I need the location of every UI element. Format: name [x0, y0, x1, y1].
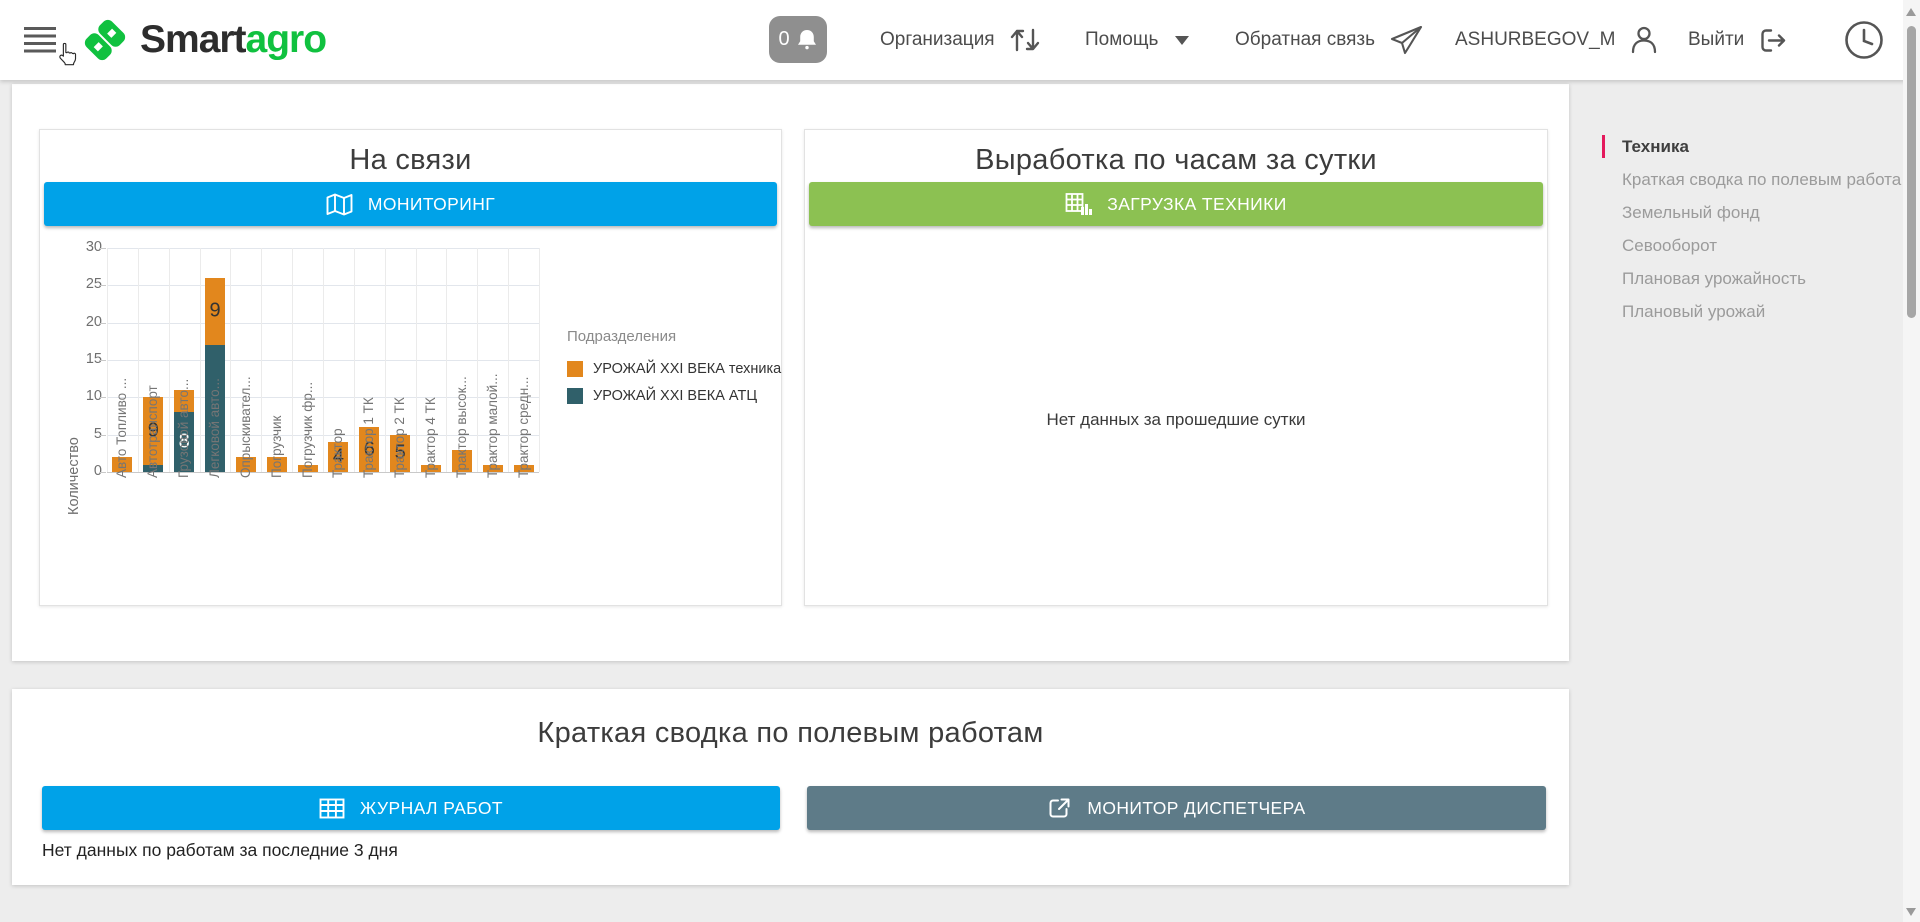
logout-button[interactable]: Выйти: [1688, 0, 1789, 80]
bar-chart: Количество 051015202530 989465 Авто Топл…: [40, 130, 781, 605]
load-technics-button-label: ЗАГРУЗКА ТЕХНИКИ: [1107, 194, 1286, 215]
sidebar-item-crop-rotation[interactable]: Севооборот: [1588, 229, 1903, 262]
scroll-down-arrow-icon[interactable]: [1906, 908, 1916, 916]
sidebar-item-technika[interactable]: Техника: [1588, 130, 1903, 163]
legend-title: Подразделения: [567, 328, 781, 345]
paper-plane-icon: [1388, 24, 1424, 56]
swap-arrows-icon: [1008, 25, 1042, 55]
summary-empty-message: Нет данных по работам за последние 3 дня: [42, 840, 398, 861]
organization-switcher[interactable]: Организация: [880, 0, 1042, 80]
help-menu[interactable]: Помощь: [1085, 0, 1189, 80]
vertical-scrollbar[interactable]: [1903, 0, 1920, 922]
bell-icon: [796, 30, 818, 50]
legend-swatch-icon: [567, 361, 583, 377]
scrollbar-thumb[interactable]: [1907, 26, 1916, 318]
legend-items: УРОЖАЙ XXI ВЕКА техника УРОЖАЙ XXI ВЕКА А…: [567, 361, 781, 404]
app-logo[interactable]: Smartagro: [78, 13, 326, 67]
field-works-summary-panel: Краткая сводка по полевым работам ЖУРНАЛ…: [12, 689, 1569, 885]
organization-label: Организация: [880, 29, 995, 51]
clock-icon: [1843, 19, 1885, 61]
table-chart-icon: [1065, 192, 1092, 216]
feedback-link[interactable]: Обратная связь: [1235, 0, 1424, 80]
user-menu[interactable]: ASHURBEGOV_M: [1455, 0, 1660, 80]
active-indicator: [1602, 135, 1605, 158]
external-link-icon: [1047, 796, 1072, 820]
output-empty-message: Нет данных за прошедшие сутки: [805, 410, 1547, 430]
dispatcher-monitor-button-label: МОНИТОР ДИСПЕТЧЕРА: [1087, 798, 1305, 819]
online-card: На связи МОНИТОРИНГ Количество 051015202…: [39, 129, 782, 606]
chart-legend: Подразделения УРОЖАЙ XXI ВЕКА техникаУРО…: [567, 328, 781, 415]
logo-text: Smartagro: [140, 18, 326, 62]
sidebar-item-planned-harvest[interactable]: Плановый урожай: [1588, 295, 1903, 328]
menu-button[interactable]: [24, 27, 56, 53]
chevron-down-icon: [1175, 36, 1189, 45]
work-journal-button-label: ЖУРНАЛ РАБОТ: [360, 798, 503, 819]
summary-panel-title: Краткая сводка по полевым работам: [12, 717, 1569, 750]
load-technics-button[interactable]: ЗАГРУЗКА ТЕХНИКИ: [809, 182, 1543, 226]
notification-count: 0: [778, 28, 789, 51]
table-icon: [319, 798, 345, 819]
app-header: Smartagro 0 Организация Помощь Обратная …: [0, 0, 1920, 80]
username: ASHURBEGOV_M: [1455, 29, 1615, 51]
hamburger-icon: [24, 27, 56, 53]
chart-plot-area: 989465: [107, 248, 539, 473]
sidebar-item-land-fund[interactable]: Земельный фонд: [1588, 196, 1903, 229]
logout-label: Выйти: [1688, 29, 1744, 51]
dashboard-top-panel: На связи МОНИТОРИНГ Количество 051015202…: [12, 84, 1569, 661]
feedback-label: Обратная связь: [1235, 29, 1375, 51]
legend-swatch-icon: [567, 388, 583, 404]
help-label: Помощь: [1085, 29, 1158, 51]
work-journal-button[interactable]: ЖУРНАЛ РАБОТ: [42, 786, 780, 830]
scroll-up-arrow-icon[interactable]: [1906, 8, 1916, 16]
sidebar-item-planned-yield-rate[interactable]: Плановая урожайность: [1588, 262, 1903, 295]
logout-icon: [1757, 27, 1789, 54]
notifications-button[interactable]: 0: [769, 16, 827, 63]
sidebar-item-field-works-summary[interactable]: Краткая сводка по полевым работа: [1588, 163, 1903, 196]
bar-segment: 9: [205, 278, 225, 345]
person-icon: [1628, 24, 1660, 56]
output-card-title: Выработка по часам за сутки: [805, 144, 1547, 177]
hourly-output-card: Выработка по часам за сутки ЗАГРУЗКА ТЕХ…: [804, 129, 1548, 606]
history-button[interactable]: [1843, 0, 1885, 80]
right-sidebar-nav: Техника Краткая сводка по полевым работа…: [1588, 130, 1903, 328]
smartagro-logo-icon: [78, 13, 132, 67]
dispatcher-monitor-button[interactable]: МОНИТОР ДИСПЕТЧЕРА: [807, 786, 1546, 830]
legend-entry: УРОЖАЙ XXI ВЕКА техника: [567, 361, 781, 377]
legend-entry: УРОЖАЙ XXI ВЕКА АТЦ: [567, 388, 781, 404]
